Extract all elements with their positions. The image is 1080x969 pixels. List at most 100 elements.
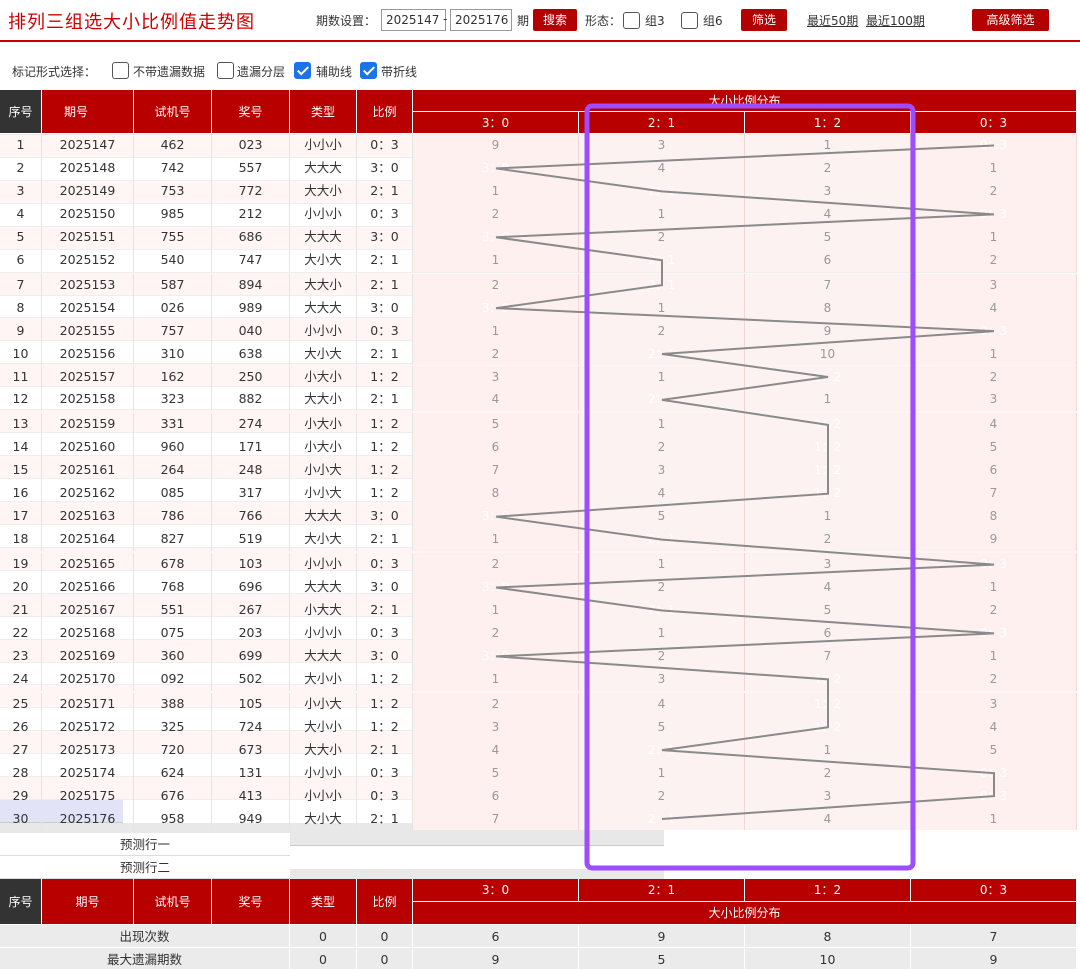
cell-period: 2025165 — [42, 553, 134, 577]
cell-seq: 29 — [0, 784, 42, 808]
hit-cell: 1：2 — [745, 413, 911, 437]
cell-type: 大小大 — [290, 528, 357, 552]
search-button[interactable]: 搜索 — [533, 9, 577, 31]
miss-count: 2 — [745, 761, 911, 785]
recent-100-link[interactable]: 最近100期 — [866, 12, 925, 29]
hit-cell: 0：3 — [911, 134, 1077, 157]
cell-type: 大小大 — [290, 248, 357, 272]
guide-line-checkbox[interactable] — [294, 62, 311, 79]
hit-cell: 2：1 — [579, 248, 745, 272]
cell-period: 2025167 — [42, 599, 134, 622]
cell-type: 小小大 — [290, 482, 357, 506]
cell-trial: 551 — [134, 599, 212, 622]
hit-cell: 0：3 — [911, 784, 1077, 808]
cell-ratio: 2：1 — [357, 528, 413, 552]
cell-period: 2025161 — [42, 459, 134, 483]
miss-count: 8 — [745, 296, 911, 320]
period-from-input[interactable]: 2025147 — [381, 9, 446, 31]
hit-cell: 1：2 — [745, 667, 911, 691]
cell-trial: 388 — [134, 692, 212, 716]
top-bar: 排列三组选大小比例值走势图 期数设置： 2025147 - 2025176 期 … — [0, 0, 1080, 42]
group3-checkbox[interactable] — [623, 12, 640, 29]
hit-cell: 2：1 — [579, 388, 745, 412]
cell-type: 大大小 — [290, 179, 357, 203]
cell-trial: 026 — [134, 296, 212, 320]
footer-prize: 奖号 — [212, 878, 290, 925]
cell-seq: 20 — [0, 576, 42, 599]
miss-count: 1 — [413, 528, 579, 552]
cell-seq: 24 — [0, 667, 42, 691]
guide-line-label: 辅助线 — [316, 65, 353, 79]
cell-prize: 413 — [212, 784, 290, 808]
stat-type: 0 — [290, 924, 357, 948]
cell-period: 2025152 — [42, 248, 134, 272]
advanced-filter-button[interactable]: 高级筛选 — [972, 9, 1049, 31]
miss-count: 5 — [911, 738, 1077, 762]
cell-prize: 103 — [212, 553, 290, 577]
filter-button[interactable]: 筛选 — [741, 9, 787, 31]
cell-prize: 105 — [212, 692, 290, 716]
cell-ratio: 1：2 — [357, 692, 413, 716]
recent-50-link[interactable]: 最近50期 — [807, 12, 858, 29]
cell-period: 2025153 — [42, 273, 134, 297]
miss-count: 9 — [911, 528, 1077, 552]
cell-seq: 5 — [0, 225, 42, 249]
mark-options-label: 标记形式选择： — [12, 65, 97, 79]
hit-cell: 2：1 — [579, 179, 745, 203]
miss-count: 1 — [579, 553, 745, 577]
no-miss-data-checkbox[interactable] — [112, 62, 129, 79]
cell-seq: 19 — [0, 553, 42, 577]
miss-count: 1 — [413, 599, 579, 622]
hit-cell: 2：1 — [579, 342, 745, 366]
miss-count: 1 — [579, 365, 745, 389]
miss-layer-checkbox[interactable] — [217, 62, 234, 79]
period-setting-label: 期数设置： — [316, 14, 377, 28]
cell-prize: 696 — [212, 576, 290, 599]
stat-label: 出现次数 — [0, 924, 290, 948]
cell-period: 2025151 — [42, 225, 134, 249]
miss-count: 7 — [911, 482, 1077, 506]
cell-type: 大大大 — [290, 576, 357, 599]
cell-trial: 958 — [134, 807, 212, 831]
miss-count: 1 — [413, 667, 579, 691]
miss-count: 1 — [911, 644, 1077, 668]
miss-count: 1 — [579, 413, 745, 437]
cell-prize: 772 — [212, 179, 290, 203]
cell-prize: 212 — [212, 202, 290, 226]
hit-cell: 2：1 — [579, 738, 745, 762]
header-period: 期号 — [42, 90, 134, 134]
cell-trial: 264 — [134, 459, 212, 483]
miss-count: 10 — [745, 342, 911, 366]
cell-period: 2025149 — [42, 179, 134, 203]
cell-trial: 075 — [134, 621, 212, 645]
miss-count: 4 — [745, 807, 911, 831]
cell-period: 2025171 — [42, 692, 134, 716]
miss-count: 6 — [745, 621, 911, 645]
miss-count: 2 — [745, 156, 911, 180]
cell-seq: 17 — [0, 505, 42, 529]
miss-count: 4 — [579, 156, 745, 180]
cell-seq: 26 — [0, 715, 42, 739]
miss-count: 4 — [911, 413, 1077, 437]
polyline-checkbox[interactable] — [360, 62, 377, 79]
period-to-input[interactable]: 2025176 — [450, 9, 512, 31]
cell-seq: 14 — [0, 436, 42, 460]
cell-period: 2025150 — [42, 202, 134, 226]
cell-period: 2025173 — [42, 738, 134, 762]
stat-ratio: 0 — [357, 924, 413, 948]
cell-ratio: 1：2 — [357, 715, 413, 739]
hit-cell: 3：0 — [413, 225, 579, 249]
cell-type: 小小小 — [290, 134, 357, 157]
miss-count: 1 — [911, 225, 1077, 249]
group6-checkbox[interactable] — [681, 12, 698, 29]
miss-count: 3 — [911, 388, 1077, 412]
miss-count: 5 — [413, 761, 579, 785]
miss-count: 7 — [745, 644, 911, 668]
cell-trial: 755 — [134, 225, 212, 249]
cell-prize: 894 — [212, 273, 290, 297]
cell-ratio: 0：3 — [357, 761, 413, 785]
cell-trial: 624 — [134, 761, 212, 785]
miss-count: 3 — [579, 667, 745, 691]
cell-trial: 360 — [134, 644, 212, 668]
cell-prize: 023 — [212, 134, 290, 157]
